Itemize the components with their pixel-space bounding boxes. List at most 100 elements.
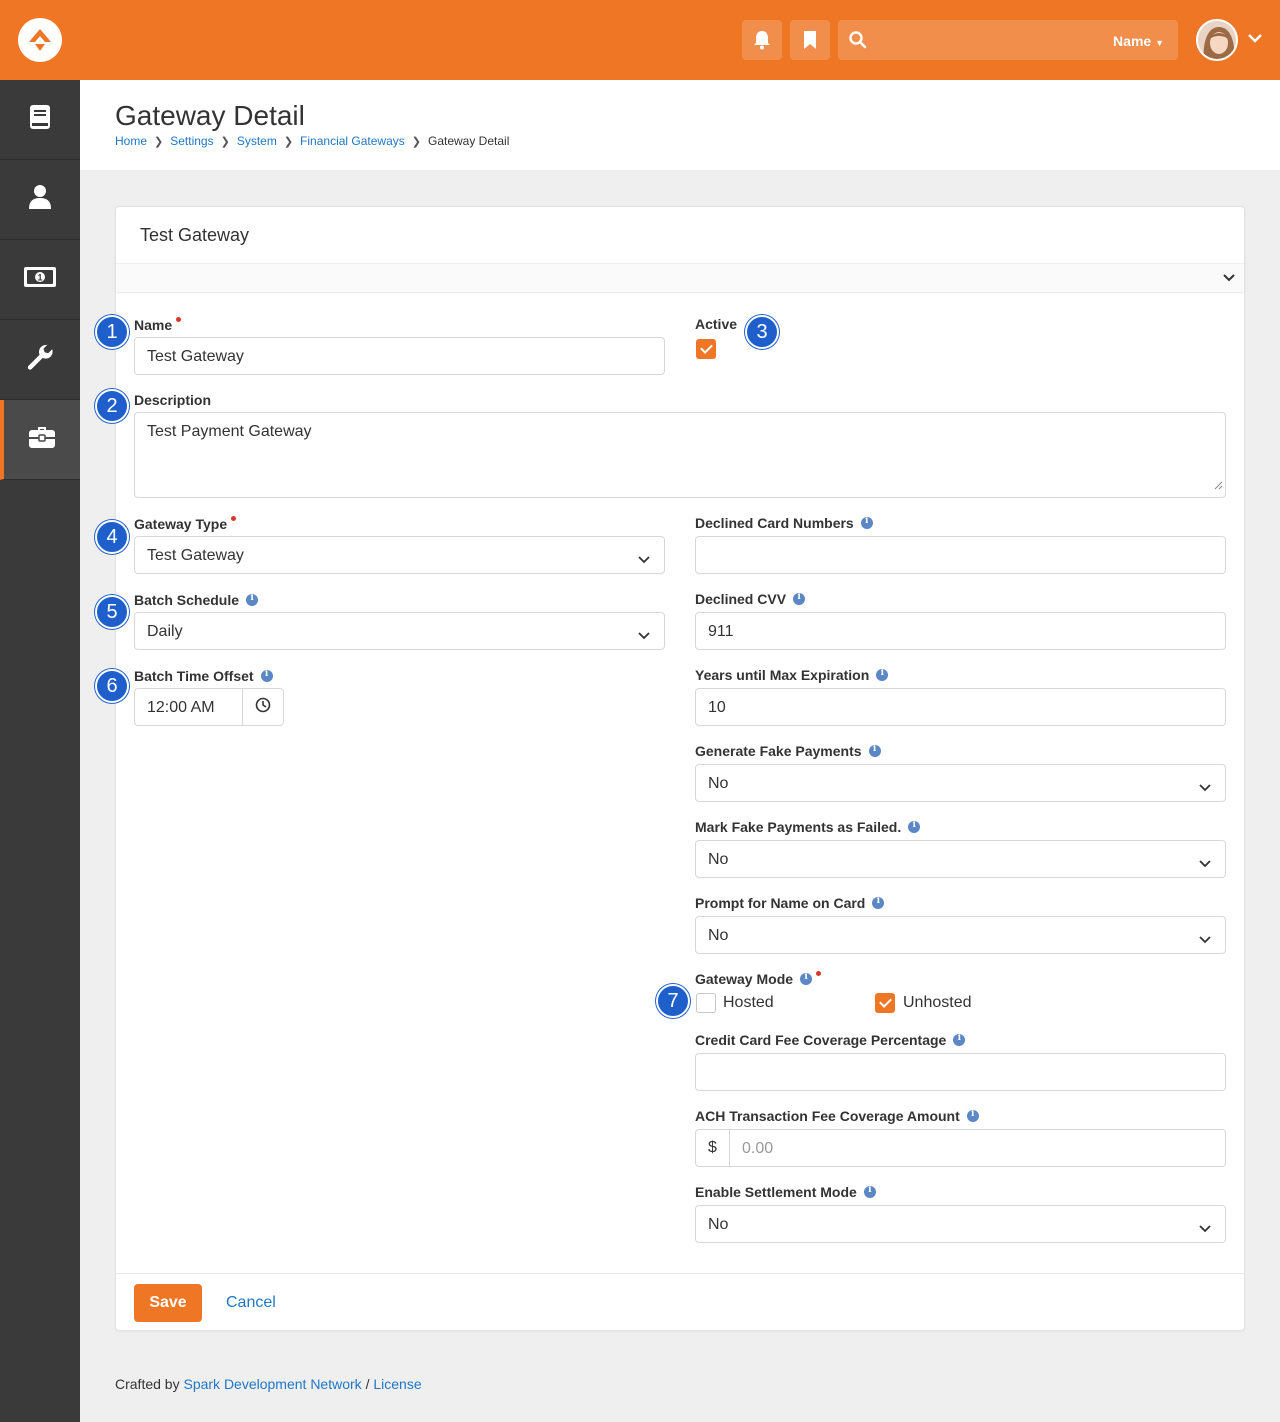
sidebar-item-finance[interactable]: 1 — [0, 240, 80, 320]
info-icon[interactable] — [260, 669, 273, 682]
breadcrumb-system[interactable]: System — [237, 134, 277, 148]
breadcrumb-current: Gateway Detail — [427, 134, 510, 148]
panel-title: Test Gateway — [140, 225, 250, 245]
prompt-name-on-card-select[interactable]: No — [695, 916, 1226, 954]
chevron-right-icon: ❯ — [154, 135, 164, 148]
batch-schedule-select[interactable]: Daily — [134, 612, 665, 650]
required-indicator — [176, 316, 182, 322]
enable-settlement-mode-select[interactable]: No — [695, 1205, 1226, 1243]
chevron-right-icon: ❯ — [220, 135, 230, 148]
search-input[interactable]: Name ▼ — [838, 20, 1178, 60]
generate-fake-payments-select[interactable]: No — [695, 764, 1226, 802]
mark-fake-payments-failed-value: No — [708, 851, 729, 868]
enable-settlement-mode-value: No — [708, 1216, 729, 1233]
info-icon[interactable] — [860, 516, 873, 529]
wrench-icon — [26, 343, 54, 376]
enable-settlement-mode-label: Enable Settlement Mode — [695, 1184, 876, 1200]
name-label: Name — [134, 316, 182, 333]
bookmark-icon[interactable] — [790, 20, 830, 60]
name-field[interactable]: Test Gateway — [134, 337, 665, 375]
gateway-panel: Test Gateway Name Test Gateway Active De… — [115, 206, 1245, 1331]
hosted-label: Hosted — [723, 994, 774, 1011]
info-icon[interactable] — [800, 972, 813, 985]
active-label: Active — [695, 316, 738, 332]
chevron-down-icon — [1199, 779, 1211, 799]
gateway-mode-label: Gateway Mode — [695, 970, 822, 987]
sidebar-item-content[interactable] — [0, 80, 80, 160]
svg-text:1: 1 — [37, 273, 42, 283]
sidebar-item-admin[interactable] — [0, 400, 80, 480]
hosted-checkbox[interactable] — [696, 993, 716, 1013]
annotation-marker: 2 — [95, 389, 129, 423]
batch-time-offset-field[interactable]: 12:00 AM — [134, 688, 243, 726]
info-icon[interactable] — [872, 896, 885, 909]
book-icon — [28, 104, 52, 135]
info-icon[interactable] — [953, 1033, 966, 1046]
required-indicator — [231, 515, 237, 521]
sidebar: 1 — [0, 80, 80, 1422]
page-footer: Crafted by Spark Development Network / L… — [115, 1376, 422, 1392]
panel-drawer[interactable] — [116, 263, 1244, 293]
years-max-expiration-label: Years until Max Expiration — [695, 667, 889, 683]
breadcrumb-settings[interactable]: Settings — [170, 134, 213, 148]
active-checkbox[interactable] — [696, 339, 716, 359]
info-icon[interactable] — [863, 1185, 876, 1198]
clock-button[interactable] — [242, 688, 284, 726]
ach-fee-coverage-group: $ 0.00 — [695, 1129, 1226, 1167]
chevron-right-icon: ❯ — [411, 135, 421, 148]
annotation-marker: 7 — [656, 984, 690, 1018]
annotation-marker: 1 — [95, 315, 129, 349]
bell-icon[interactable] — [742, 20, 782, 60]
batch-schedule-value: Daily — [147, 623, 183, 640]
footer-prefix: Crafted by — [115, 1376, 180, 1392]
years-max-expiration-field[interactable]: 10 — [695, 688, 1226, 726]
mark-fake-payments-failed-select[interactable]: No — [695, 840, 1226, 878]
chevron-down-icon[interactable] — [1222, 271, 1236, 290]
declined-card-numbers-field[interactable] — [695, 536, 1226, 574]
chevron-down-icon — [1199, 931, 1211, 951]
gateway-type-select[interactable]: Test Gateway — [134, 536, 665, 574]
search-icon — [848, 30, 868, 55]
info-icon[interactable] — [246, 593, 259, 606]
info-icon[interactable] — [908, 820, 921, 833]
declined-cvv-label: Declined CVV — [695, 591, 806, 607]
person-icon — [28, 184, 52, 215]
avatar[interactable] — [1196, 19, 1238, 61]
sidebar-item-people[interactable] — [0, 160, 80, 240]
currency-addon: $ — [695, 1129, 730, 1167]
batch-schedule-label: Batch Schedule — [134, 592, 259, 608]
declined-cvv-field[interactable]: 911 — [695, 612, 1226, 650]
info-icon[interactable] — [793, 592, 806, 605]
chevron-down-icon[interactable] — [1247, 31, 1263, 49]
resize-handle-icon[interactable] — [1214, 477, 1223, 495]
info-icon[interactable] — [966, 1109, 979, 1122]
ach-fee-coverage-field[interactable]: 0.00 — [729, 1129, 1226, 1167]
mark-fake-payments-failed-label: Mark Fake Payments as Failed. — [695, 819, 921, 835]
top-bar: Name ▼ — [0, 0, 1280, 80]
license-link[interactable]: License — [373, 1376, 421, 1392]
gateway-type-label: Gateway Type — [134, 515, 237, 532]
info-icon[interactable] — [868, 744, 881, 757]
rock-logo-icon[interactable] — [18, 18, 62, 62]
cc-fee-coverage-field[interactable] — [695, 1053, 1226, 1091]
unhosted-checkbox[interactable] — [875, 993, 895, 1013]
sidebar-item-tools[interactable] — [0, 320, 80, 400]
save-button[interactable]: Save — [134, 1284, 202, 1322]
description-text: Test Payment Gateway — [147, 423, 312, 440]
search-type-dropdown[interactable]: Name ▼ — [1113, 33, 1164, 49]
breadcrumb-home[interactable]: Home — [115, 134, 147, 148]
chevron-down-icon — [638, 627, 650, 647]
spark-link[interactable]: Spark Development Network — [183, 1376, 361, 1392]
panel-actions: Save Cancel — [116, 1273, 1244, 1331]
breadcrumb-financial-gateways[interactable]: Financial Gateways — [300, 134, 405, 148]
footer-separator: / — [365, 1376, 370, 1392]
page-title: Gateway Detail — [115, 100, 305, 131]
info-icon[interactable] — [876, 668, 889, 681]
description-field[interactable]: Test Payment Gateway — [134, 412, 1226, 498]
annotation-marker: 6 — [95, 669, 129, 703]
chevron-right-icon: ❯ — [283, 135, 294, 148]
cancel-button[interactable]: Cancel — [226, 1284, 276, 1322]
chevron-down-icon — [1199, 1220, 1211, 1240]
annotation-marker: 3 — [745, 315, 779, 349]
generate-fake-payments-value: No — [708, 775, 729, 792]
